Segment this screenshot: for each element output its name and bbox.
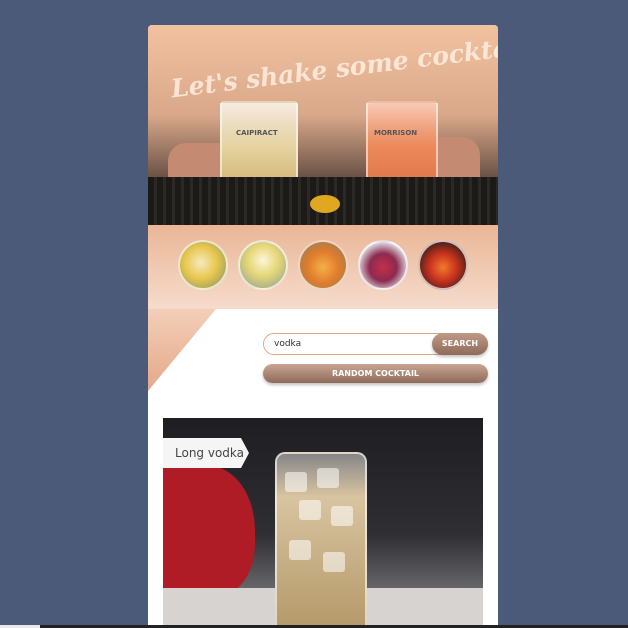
random-cocktail-button[interactable]: RANDOM COCKTAIL <box>263 364 488 383</box>
ice-cube <box>289 540 311 560</box>
glass-right-label: MORRISON <box>374 129 418 137</box>
cocktail-thumb-lemon[interactable] <box>178 240 228 290</box>
cocktail-thumb-sunrise[interactable] <box>418 240 468 290</box>
cocktail-thumb-martini[interactable] <box>238 240 288 290</box>
app-card: CAIPIRACT MORRISON Let's shake some cock… <box>148 25 498 628</box>
ice-cube <box>323 552 345 572</box>
search-button[interactable]: SEARCH <box>432 333 488 355</box>
cocktail-thumb-citrus[interactable] <box>298 240 348 290</box>
hero-title: Let's shake some cocktails! <box>169 27 498 104</box>
result-title: Long vodka <box>163 438 249 468</box>
cocktail-glass-image <box>275 452 367 628</box>
ice-cube <box>285 472 307 492</box>
ice-cube <box>317 468 339 488</box>
ice-cube <box>299 500 321 520</box>
hero-banner: CAIPIRACT MORRISON Let's shake some cock… <box>148 25 498 225</box>
ice-cube <box>331 506 353 526</box>
glass-left-label: CAIPIRACT <box>236 129 278 137</box>
result-card[interactable]: Long vodka <box>163 418 483 628</box>
cocktail-thumb-berry[interactable] <box>358 240 408 290</box>
background-chair <box>163 466 255 596</box>
bar-mat-logo <box>310 195 340 213</box>
